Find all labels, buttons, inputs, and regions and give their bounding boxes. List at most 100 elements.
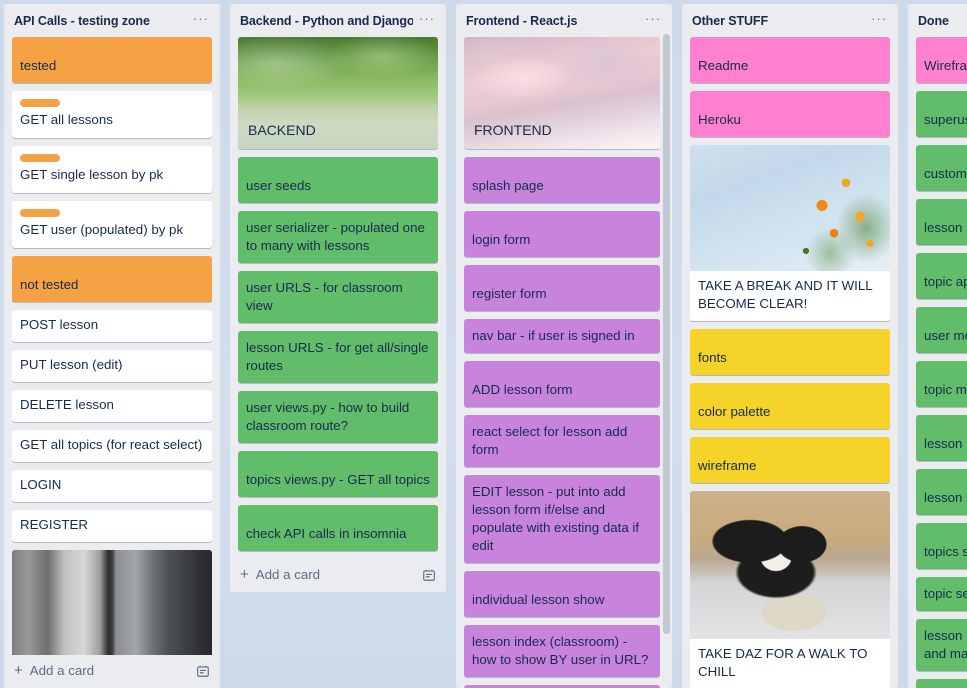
card-title: DELETE lesson bbox=[20, 397, 114, 412]
card-title: lesson URLS - for get all/single routes bbox=[246, 340, 429, 373]
add-card-button[interactable]: + Add a card bbox=[4, 655, 220, 688]
card-title: fonts bbox=[698, 350, 727, 365]
card[interactable]: topic serializer - many to many bbox=[916, 577, 967, 611]
plus-icon: + bbox=[14, 662, 23, 679]
card-list: tested GET all lessons GET single lesson b… bbox=[4, 37, 220, 655]
card[interactable]: superuser bbox=[916, 91, 967, 137]
card-title: POST lesson bbox=[20, 317, 99, 332]
card-list: FRONTEND splash page login form register fo… bbox=[456, 37, 672, 688]
card[interactable]: DELETE lesson bbox=[12, 390, 212, 422]
card[interactable]: PUT lesson (edit) bbox=[12, 350, 212, 382]
card[interactable]: REGISTER bbox=[12, 510, 212, 542]
card-title: topic model bbox=[924, 382, 967, 397]
card-title: topic serializer - many to many bbox=[924, 586, 967, 601]
card[interactable]: lesson index (classroom) - how to show B… bbox=[464, 625, 660, 677]
card-title: react select for lesson add form bbox=[472, 424, 628, 457]
card-title: splash page bbox=[472, 178, 544, 193]
card[interactable]: TAKE A BREAK AND IT WILL BECOME CLEAR! bbox=[690, 145, 890, 321]
card[interactable]: topics views.py - GET all topics bbox=[238, 451, 438, 497]
card[interactable]: individual lesson show bbox=[464, 571, 660, 617]
card[interactable]: register form bbox=[464, 265, 660, 311]
list-title[interactable]: Frontend - React.js bbox=[466, 14, 577, 29]
card-title: topics views.py - GET all topics bbox=[246, 472, 430, 487]
card[interactable]: react select for lesson add form bbox=[464, 415, 660, 467]
list-column: Frontend - React.js ··· FRONTEND splash pag… bbox=[456, 4, 672, 688]
card[interactable]: GET all lessons bbox=[12, 91, 212, 138]
card[interactable]: LOGIN bbox=[12, 470, 212, 502]
card-label-chip[interactable] bbox=[20, 99, 60, 107]
list-column: API Calls - testing zone ··· tested GET all… bbox=[4, 4, 220, 688]
card[interactable]: BACKEND bbox=[238, 37, 438, 149]
card-label-chip[interactable] bbox=[20, 209, 60, 217]
card-title: not tested bbox=[20, 277, 79, 292]
card[interactable]: lesson URLS - for get all/single routes bbox=[238, 331, 438, 383]
card[interactable]: lesson model bbox=[916, 415, 967, 461]
card[interactable]: lesson seeds bbox=[916, 469, 967, 515]
card-title: Heroku bbox=[698, 112, 741, 127]
list-column: Done Wireframes superuser custom authentica… bbox=[908, 4, 967, 688]
card[interactable]: wireframe bbox=[690, 437, 890, 483]
list-title[interactable]: Done bbox=[918, 14, 949, 29]
card[interactable]: not tested bbox=[12, 256, 212, 302]
card[interactable]: tested bbox=[12, 37, 212, 83]
card[interactable]: TAKE DAZ FOR A WALK TO CHILL bbox=[690, 491, 890, 688]
margaret-hamilton-photo-cover bbox=[12, 550, 212, 655]
card[interactable]: lesson serializer - many to one and many… bbox=[916, 619, 967, 671]
card[interactable]: user URLS - for classroom view bbox=[238, 271, 438, 323]
card-label-chip[interactable] bbox=[20, 154, 60, 162]
card[interactable]: GET single lesson by pk bbox=[12, 146, 212, 193]
card[interactable]: custom authentication bbox=[916, 145, 967, 191]
card-title: lesson serializer - many to one and many… bbox=[924, 628, 967, 661]
card[interactable]: ADD lesson form bbox=[464, 361, 660, 407]
card-title: Wireframes bbox=[924, 58, 967, 73]
card-title: lesson model bbox=[924, 436, 967, 451]
card[interactable]: login form bbox=[464, 211, 660, 257]
card[interactable]: topics seeds bbox=[916, 523, 967, 569]
list-menu-icon[interactable]: ··· bbox=[187, 12, 212, 28]
card-title: lesson app bbox=[924, 220, 967, 235]
card-title: topic app bbox=[924, 274, 967, 289]
list-menu-icon[interactable]: ··· bbox=[865, 12, 890, 28]
scrollbar-thumb[interactable] bbox=[663, 34, 670, 634]
card[interactable]: splash page bbox=[464, 157, 660, 203]
card[interactable]: user views.py - how to build classroom r… bbox=[238, 391, 438, 443]
card[interactable]: color palette bbox=[690, 383, 890, 429]
card[interactable]: topic app bbox=[916, 253, 967, 299]
card-title: individual lesson show bbox=[472, 592, 605, 607]
card[interactable]: check API calls in insomnia bbox=[238, 505, 438, 551]
card-title: REGISTER bbox=[20, 517, 88, 532]
card[interactable]: fonts bbox=[690, 329, 890, 375]
card[interactable]: Heroku bbox=[690, 91, 890, 137]
card[interactable]: lesson views.py bbox=[916, 679, 967, 688]
card[interactable]: nav bar - if user is signed in bbox=[464, 319, 660, 353]
card[interactable]: POST lesson bbox=[12, 310, 212, 342]
list-scrollbar[interactable] bbox=[663, 34, 670, 684]
list-title[interactable]: Other STUFF bbox=[692, 14, 768, 29]
card[interactable]: GET user (populated) by pk bbox=[12, 201, 212, 248]
dog-photo-cover bbox=[690, 491, 890, 639]
card[interactable]: GET all topics (for react select) bbox=[12, 430, 212, 462]
list-header: API Calls - testing zone ··· bbox=[4, 4, 220, 37]
list-menu-icon[interactable]: ··· bbox=[413, 12, 438, 28]
card[interactable]: Readme bbox=[690, 37, 890, 83]
card[interactable]: user serializer - populated one to many … bbox=[238, 211, 438, 263]
card[interactable]: user seeds bbox=[238, 157, 438, 203]
card[interactable]: EDIT lesson - put into add lesson form i… bbox=[464, 475, 660, 563]
add-card-button[interactable]: + Add a card bbox=[230, 559, 446, 592]
card-template-icon[interactable] bbox=[196, 664, 210, 678]
list-title[interactable]: API Calls - testing zone bbox=[14, 14, 150, 29]
card-title: user URLS - for classroom view bbox=[246, 280, 403, 313]
card[interactable]: lesson app bbox=[916, 199, 967, 245]
card-title: wireframe bbox=[698, 458, 757, 473]
kanban-board: API Calls - testing zone ··· tested GET all… bbox=[0, 0, 967, 688]
card-title: user model bbox=[924, 328, 967, 343]
card[interactable]: Wireframes bbox=[916, 37, 967, 83]
list-menu-icon[interactable]: ··· bbox=[639, 12, 664, 28]
list-title[interactable]: Backend - Python and Django bbox=[240, 14, 413, 29]
card[interactable]: FRONTEND bbox=[464, 37, 660, 149]
card[interactable]: user model bbox=[916, 307, 967, 353]
card[interactable]: Margaret Hamilton got humans to the moon… bbox=[12, 550, 212, 655]
card-title: ADD lesson form bbox=[472, 382, 573, 397]
card[interactable]: topic model bbox=[916, 361, 967, 407]
card-template-icon[interactable] bbox=[422, 568, 436, 582]
